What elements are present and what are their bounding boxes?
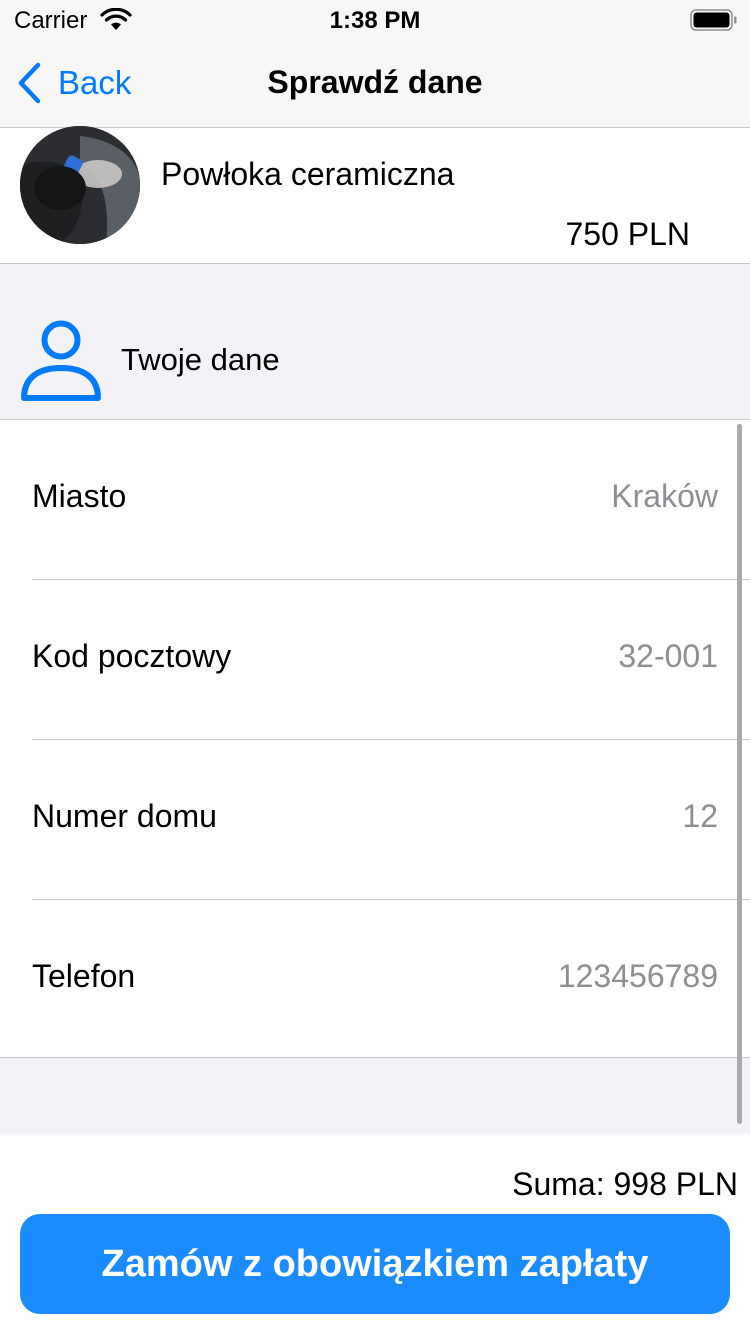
field-value[interactable]: 32-001 <box>618 638 718 675</box>
summary-panel: Suma: 998 PLN Zamów z obowiązkiem zapłat… <box>0 1134 750 1334</box>
navigation-bar: Back Sprawdź dane <box>0 40 750 128</box>
status-time: 1:38 PM <box>329 7 421 34</box>
section-header: Twoje dane <box>0 264 750 420</box>
order-button[interactable]: Zamów z obowiązkiem zapłaty <box>20 1214 730 1314</box>
field-label: Numer domu <box>32 798 217 834</box>
top-bar: Carrier 1:38 PM Back Sprawdź dane <box>0 0 750 128</box>
list-footer <box>0 1058 750 1134</box>
form-list: Miasto Kraków Kod pocztowy 32-001 Numer … <box>0 420 750 1058</box>
scroll-indicator[interactable] <box>737 424 742 1124</box>
field-value[interactable]: 12 <box>682 798 718 835</box>
person-icon <box>21 320 101 401</box>
page-title: Sprawdź dane <box>267 64 483 100</box>
total-label: Suma: 998 PLN <box>512 1166 738 1202</box>
battery-icon <box>690 9 737 31</box>
field-label: Kod pocztowy <box>32 638 232 674</box>
product-name: Powłoka ceramiczna <box>161 156 455 192</box>
field-row-phone[interactable]: Telefon 123456789 <box>0 900 750 1058</box>
field-label: Miasto <box>32 478 127 514</box>
field-value[interactable]: 123456789 <box>558 958 718 995</box>
product-price: 750 PLN <box>565 216 690 252</box>
status-bar: Carrier 1:38 PM <box>0 0 750 40</box>
product-image <box>20 126 140 244</box>
field-row-postal-code[interactable]: Kod pocztowy 32-001 <box>0 580 750 740</box>
field-label: Telefon <box>32 958 136 994</box>
product-row: Powłoka ceramiczna 750 PLN <box>0 126 750 264</box>
section-title: Twoje dane <box>121 342 280 377</box>
field-value[interactable]: Kraków <box>611 478 718 515</box>
screen: Carrier 1:38 PM Back Sprawdź dane Powłok… <box>0 0 750 1334</box>
field-row-house-number[interactable]: Numer domu 12 <box>0 740 750 900</box>
field-row-city[interactable]: Miasto Kraków <box>0 420 750 580</box>
